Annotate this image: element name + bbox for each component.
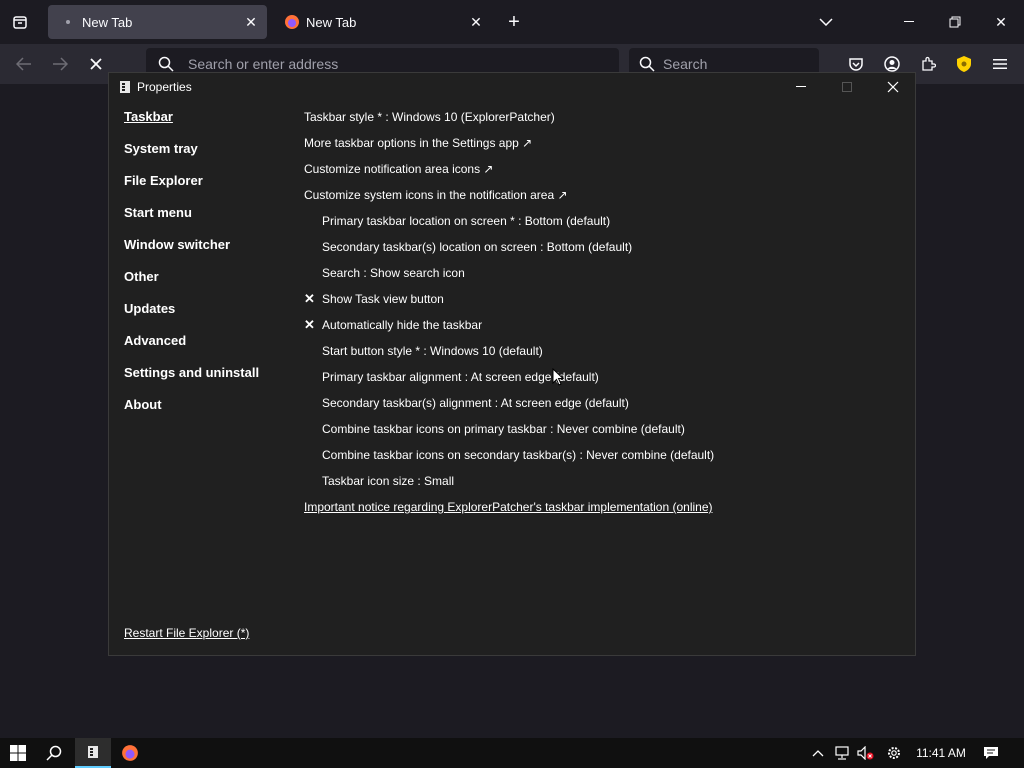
taskbar-options-list: Taskbar style * : Windows 10 (ExplorerPa… <box>304 104 904 520</box>
option-taskbar-icon-size[interactable]: Taskbar icon size : Small <box>304 468 904 494</box>
option-label: Start button style * : Windows 10 (defau… <box>322 344 543 358</box>
minimize-window-button[interactable] <box>778 73 824 101</box>
important-notice-link[interactable]: Important notice regarding ExplorerPatch… <box>304 494 904 520</box>
shield-extension-icon[interactable] <box>952 52 976 76</box>
minimize-window-button[interactable] <box>886 0 932 44</box>
restore-window-button[interactable] <box>932 0 978 44</box>
properties-sidebar: Taskbar System tray File Explorer Start … <box>124 103 294 423</box>
taskbar-search-icon[interactable] <box>36 738 72 768</box>
firefox-icon <box>284 14 300 30</box>
taskbar-properties-app-icon[interactable] <box>75 738 111 768</box>
action-center-icon[interactable] <box>978 738 1004 768</box>
properties-window-title: Properties <box>137 80 192 94</box>
option-label: Combine taskbar icons on primary taskbar… <box>322 422 685 436</box>
show-hidden-icons-chevron-up-icon[interactable] <box>808 738 828 768</box>
url-bar-placeholder: Search or enter address <box>188 56 339 72</box>
option-taskbar-style[interactable]: Taskbar style * : Windows 10 (ExplorerPa… <box>304 104 904 130</box>
mouse-cursor-icon <box>552 367 565 386</box>
option-combine-icons-secondary[interactable]: Combine taskbar icons on secondary taskb… <box>304 442 904 468</box>
windows-start-icon[interactable] <box>0 738 36 768</box>
option-label: Primary taskbar location on screen * : B… <box>322 214 611 228</box>
option-primary-taskbar-alignment[interactable]: Primary taskbar alignment : At screen ed… <box>304 364 904 390</box>
list-all-tabs-icon[interactable] <box>8 10 32 34</box>
taskbar-firefox-icon[interactable] <box>112 738 148 768</box>
properties-app-icon <box>119 80 131 94</box>
tab-label: New Tab <box>82 14 133 30</box>
option-start-button-style[interactable]: Start button style * : Windows 10 (defau… <box>304 338 904 364</box>
close-tab-icon[interactable]: ✕ <box>464 10 488 34</box>
sidebar-item-start-menu[interactable]: Start menu <box>124 199 294 231</box>
forward-arrow-icon[interactable] <box>46 50 74 78</box>
settings-gear-icon[interactable] <box>882 738 906 768</box>
loading-dot-icon <box>60 14 76 30</box>
tab-new-tab[interactable]: New Tab ✕ <box>272 5 492 39</box>
maximize-window-button[interactable] <box>824 73 870 101</box>
network-icon[interactable] <box>830 738 854 768</box>
option-customize-notification-icons-link[interactable]: Customize notification area icons ↗ <box>304 156 904 182</box>
option-customize-system-icons-link[interactable]: Customize system icons in the notificati… <box>304 182 904 208</box>
sidebar-item-taskbar[interactable]: Taskbar <box>124 103 294 135</box>
stop-loading-icon[interactable] <box>82 50 110 78</box>
sidebar-item-other[interactable]: Other <box>124 263 294 295</box>
sidebar-item-settings-and-uninstall[interactable]: Settings and uninstall <box>124 359 294 391</box>
sidebar-item-window-switcher[interactable]: Window switcher <box>124 231 294 263</box>
search-bar-placeholder: Search <box>663 56 708 72</box>
tab-new-tab-active[interactable]: New Tab ✕ <box>48 5 267 39</box>
sidebar-item-system-tray[interactable]: System tray <box>124 135 294 167</box>
option-secondary-taskbar-location[interactable]: Secondary taskbar(s) location on screen … <box>304 234 904 260</box>
browser-tab-strip: New Tab ✕ New Tab ✕ + ✕ <box>0 0 1024 44</box>
hamburger-menu-icon[interactable] <box>988 52 1012 76</box>
search-icon <box>158 56 174 72</box>
close-tab-icon[interactable]: ✕ <box>239 10 263 34</box>
option-auto-hide-taskbar[interactable]: ✕ Automatically hide the taskbar <box>304 312 904 338</box>
option-combine-icons-primary[interactable]: Combine taskbar icons on primary taskbar… <box>304 416 904 442</box>
new-tab-button[interactable]: + <box>502 10 526 34</box>
option-show-task-view-button[interactable]: ✕ Show Task view button <box>304 286 904 312</box>
sidebar-item-advanced[interactable]: Advanced <box>124 327 294 359</box>
check-mark-icon: ✕ <box>304 317 315 332</box>
option-label: Show Task view button <box>322 292 444 306</box>
extensions-icon[interactable] <box>916 52 940 76</box>
properties-window: Properties Taskbar System tray File Expl… <box>108 72 916 656</box>
sidebar-item-file-explorer[interactable]: File Explorer <box>124 167 294 199</box>
option-primary-taskbar-location[interactable]: Primary taskbar location on screen * : B… <box>304 208 904 234</box>
option-search[interactable]: Search : Show search icon <box>304 260 904 286</box>
option-more-taskbar-settings-link[interactable]: More taskbar options in the Settings app… <box>304 130 904 156</box>
windows-taskbar: 11:41 AM <box>0 738 1024 768</box>
option-label: Secondary taskbar(s) alignment : At scre… <box>322 396 629 410</box>
taskbar-clock[interactable]: 11:41 AM <box>908 738 974 768</box>
back-arrow-icon[interactable] <box>10 50 38 78</box>
chevron-down-icon[interactable] <box>814 10 838 34</box>
volume-muted-icon[interactable] <box>854 738 878 768</box>
close-window-button[interactable] <box>870 73 916 101</box>
restart-file-explorer-link[interactable]: Restart File Explorer (*) <box>124 626 249 640</box>
check-mark-icon: ✕ <box>304 291 315 306</box>
option-label: Combine taskbar icons on secondary taskb… <box>322 448 715 462</box>
tab-label: New Tab <box>306 14 357 30</box>
option-secondary-taskbar-alignment[interactable]: Secondary taskbar(s) alignment : At scre… <box>304 390 904 416</box>
option-label: Search : Show search icon <box>322 266 465 280</box>
option-label: Taskbar icon size : Small <box>322 474 455 488</box>
sidebar-item-about[interactable]: About <box>124 391 294 423</box>
option-label: Secondary taskbar(s) location on screen … <box>322 240 633 254</box>
close-window-button[interactable]: ✕ <box>978 0 1024 44</box>
properties-titlebar[interactable]: Properties <box>109 73 915 101</box>
option-label: Automatically hide the taskbar <box>322 318 483 332</box>
sidebar-item-updates[interactable]: Updates <box>124 295 294 327</box>
search-icon <box>639 56 655 72</box>
